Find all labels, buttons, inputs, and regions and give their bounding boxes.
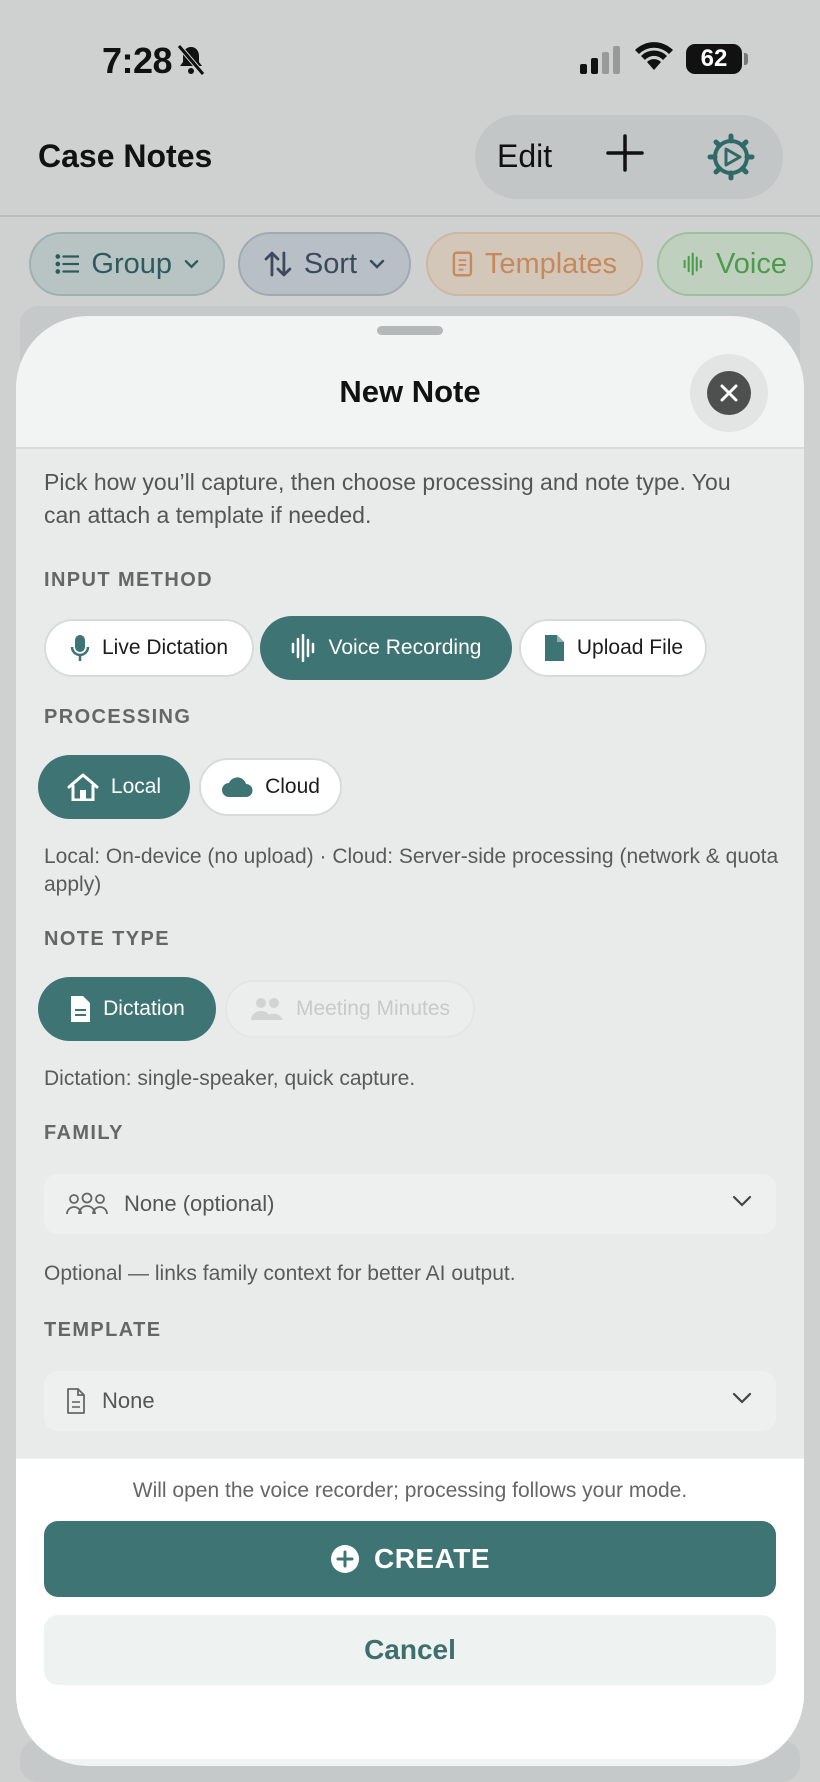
chevron-down-icon <box>732 1195 752 1207</box>
page-title: Case Notes <box>38 138 213 174</box>
house-icon <box>67 773 99 801</box>
voice-recording-label: Voice Recording <box>328 636 482 659</box>
meeting-minutes-option[interactable]: Meeting Minutes <box>225 980 475 1038</box>
sort-chip[interactable]: Sort <box>238 232 411 296</box>
templates-chip-label: Templates <box>484 247 617 280</box>
note-type-label: NOTE TYPE <box>44 928 170 950</box>
battery-cap <box>744 53 748 65</box>
plus-circle-icon <box>330 1545 359 1573</box>
plus-icon[interactable] <box>606 134 644 172</box>
cloud-icon <box>222 777 253 797</box>
chevron-down-icon <box>184 260 199 269</box>
wifi-icon <box>635 42 673 70</box>
battery-indicator: 62 <box>686 44 742 74</box>
sheet-footer: Will open the voice recorder; processing… <box>16 1459 804 1759</box>
meeting-minutes-label: Meeting Minutes <box>295 997 451 1020</box>
template-doc-icon <box>452 251 473 277</box>
family-select-value: None (optional) <box>124 1191 275 1216</box>
upload-file-label: Upload File <box>576 636 684 659</box>
cloud-option[interactable]: Cloud <box>199 758 342 816</box>
close-icon <box>720 384 738 402</box>
group-chip-label: Group <box>91 247 172 280</box>
templates-chip[interactable]: Templates <box>426 232 643 296</box>
local-option[interactable]: Local <box>38 755 190 819</box>
chevron-down-icon <box>732 1392 752 1404</box>
family-select[interactable]: None (optional) <box>44 1174 776 1234</box>
waveform-icon <box>291 634 314 662</box>
gear-icon[interactable] <box>707 133 755 181</box>
sheet-body-background <box>16 448 804 1458</box>
processing-label: PROCESSING <box>44 706 192 728</box>
cancel-button[interactable]: Cancel <box>44 1615 776 1685</box>
template-select[interactable]: None <box>44 1371 776 1431</box>
sheet-intro: Pick how you’ll capture, then choose pro… <box>44 469 731 528</box>
input-method-label: INPUT METHOD <box>44 569 214 591</box>
live-dictation-label: Live Dictation <box>101 636 229 659</box>
chevron-down-icon <box>369 259 385 269</box>
status-time: 7:28 <box>102 40 173 81</box>
sort-arrows-icon <box>264 251 292 277</box>
footer-note: Will open the voice recorder; processing… <box>132 1479 688 1502</box>
status-bar: 7:28 62 <box>0 0 820 120</box>
people-icon <box>250 998 283 1020</box>
document-outline-icon <box>67 1388 85 1414</box>
dictation-label: Dictation <box>103 997 185 1020</box>
local-label: Local <box>110 775 162 798</box>
family-group-icon <box>66 1192 108 1215</box>
microphone-icon <box>70 635 90 661</box>
document-icon <box>71 996 91 1022</box>
live-dictation-option[interactable]: Live Dictation <box>44 619 254 677</box>
sheet-title: New Note <box>339 374 481 409</box>
cloud-label: Cloud <box>265 775 320 798</box>
sheet-grabber[interactable] <box>377 326 443 335</box>
upload-file-option[interactable]: Upload File <box>519 619 707 677</box>
list-icon <box>55 254 80 274</box>
processing-hint: Local: On-device (no upload) · Cloud: Se… <box>44 845 779 896</box>
waveform-icon <box>683 252 702 276</box>
sheet-divider <box>16 447 804 449</box>
new-note-sheet: New Note Pick how you’ll capture, then c… <box>16 316 804 1766</box>
cellular-signal-icon <box>580 46 620 74</box>
voice-recording-option[interactable]: Voice Recording <box>260 616 512 680</box>
bell-muted-icon <box>177 44 205 76</box>
family-hint: Optional — links family context for bett… <box>44 1262 516 1285</box>
template-label: TEMPLATE <box>44 1319 162 1341</box>
create-button-label: CREATE <box>373 1543 491 1574</box>
family-label: FAMILY <box>44 1122 124 1144</box>
template-select-value: None <box>102 1388 155 1413</box>
close-button[interactable] <box>707 371 751 415</box>
group-chip[interactable]: Group <box>29 232 225 296</box>
create-button[interactable]: CREATE <box>44 1521 776 1597</box>
edit-button[interactable]: Edit <box>497 138 552 175</box>
file-icon <box>544 635 564 661</box>
voice-chip-label: Voice <box>716 247 787 280</box>
note-type-hint: Dictation: single-speaker, quick capture… <box>44 1067 416 1090</box>
dictation-option[interactable]: Dictation <box>38 977 216 1041</box>
voice-chip[interactable]: Voice <box>657 232 813 296</box>
sort-chip-label: Sort <box>303 247 358 280</box>
header-divider <box>0 215 820 217</box>
